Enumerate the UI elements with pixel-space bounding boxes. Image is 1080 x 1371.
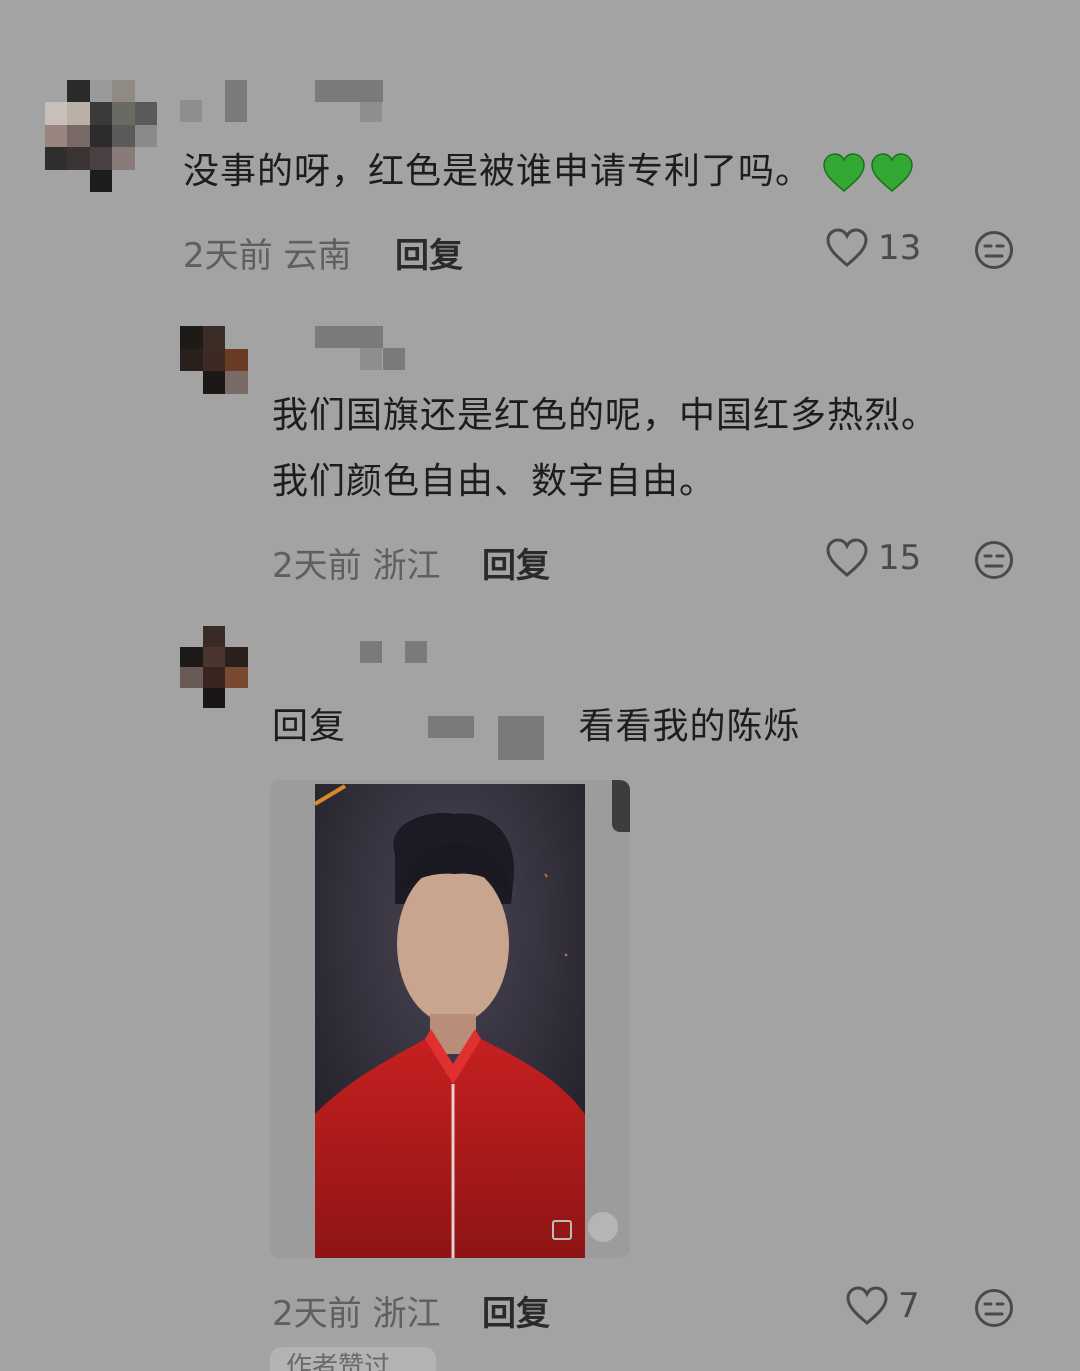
pause-icon[interactable]	[588, 1212, 618, 1242]
scan-icon[interactable]	[552, 1220, 572, 1240]
reply-target-redacted[interactable]	[358, 708, 578, 760]
username-redacted[interactable]	[360, 102, 382, 122]
comment-time: 2天前	[183, 236, 273, 276]
comment-text: 没事的呀，红色是被谁申请专利了吗。	[183, 140, 1063, 204]
dislike-face-icon[interactable]	[974, 1288, 1014, 1328]
like-button[interactable]: 15	[826, 538, 921, 578]
like-count: 7	[898, 1286, 920, 1326]
reply-button[interactable]: 回复	[395, 228, 463, 277]
like-count: 13	[878, 228, 922, 268]
portrait-photo	[315, 784, 585, 1258]
username-redacted[interactable]	[405, 641, 427, 663]
comment-text-line-2: 我们颜色自由、数字自由。	[272, 461, 717, 502]
dislike-face-icon[interactable]	[974, 540, 1014, 580]
reply-button[interactable]: 回复	[482, 1286, 550, 1335]
username-redacted[interactable]	[383, 348, 405, 370]
comment-meta: 2天前 浙江	[272, 538, 440, 587]
username-redacted[interactable]	[180, 100, 202, 122]
comment-meta: 2天前 浙江	[272, 1286, 440, 1335]
username-redacted[interactable]	[360, 348, 382, 370]
comment-location: 浙江	[372, 546, 441, 586]
username-redacted[interactable]	[315, 326, 383, 348]
comment-image[interactable]	[270, 780, 630, 1258]
reply-button[interactable]: 回复	[482, 538, 550, 587]
user-avatar[interactable]	[180, 326, 248, 394]
comment-meta: 2天前 云南	[183, 228, 351, 277]
reply-text: 回复 看看我的陈烁	[272, 695, 1032, 760]
heart-outline-icon	[846, 1286, 888, 1325]
image-corner-tab	[612, 780, 630, 832]
user-avatar[interactable]	[180, 626, 248, 708]
like-count: 15	[878, 538, 922, 578]
dislike-face-icon[interactable]	[974, 230, 1014, 270]
comment-location: 浙江	[372, 1294, 441, 1334]
username-redacted[interactable]	[315, 80, 383, 102]
comment-location: 云南	[283, 236, 352, 276]
reply-prefix: 回复	[272, 706, 347, 747]
username-redacted[interactable]	[225, 80, 247, 122]
heart-outline-icon	[826, 538, 868, 577]
username-redacted[interactable]	[360, 641, 382, 663]
like-button[interactable]: 7	[846, 1286, 920, 1326]
comment-time: 2天前	[272, 1294, 362, 1334]
like-button[interactable]: 13	[826, 228, 921, 268]
comment-text-line-1: 我们国旗还是红色的呢，中国红多热烈。	[272, 395, 939, 436]
green-heart-emoji	[822, 153, 914, 193]
comment-time: 2天前	[272, 546, 362, 586]
author-liked-tag: 作者赞过	[270, 1347, 436, 1371]
heart-outline-icon	[826, 228, 868, 267]
user-avatar[interactable]	[45, 80, 157, 192]
